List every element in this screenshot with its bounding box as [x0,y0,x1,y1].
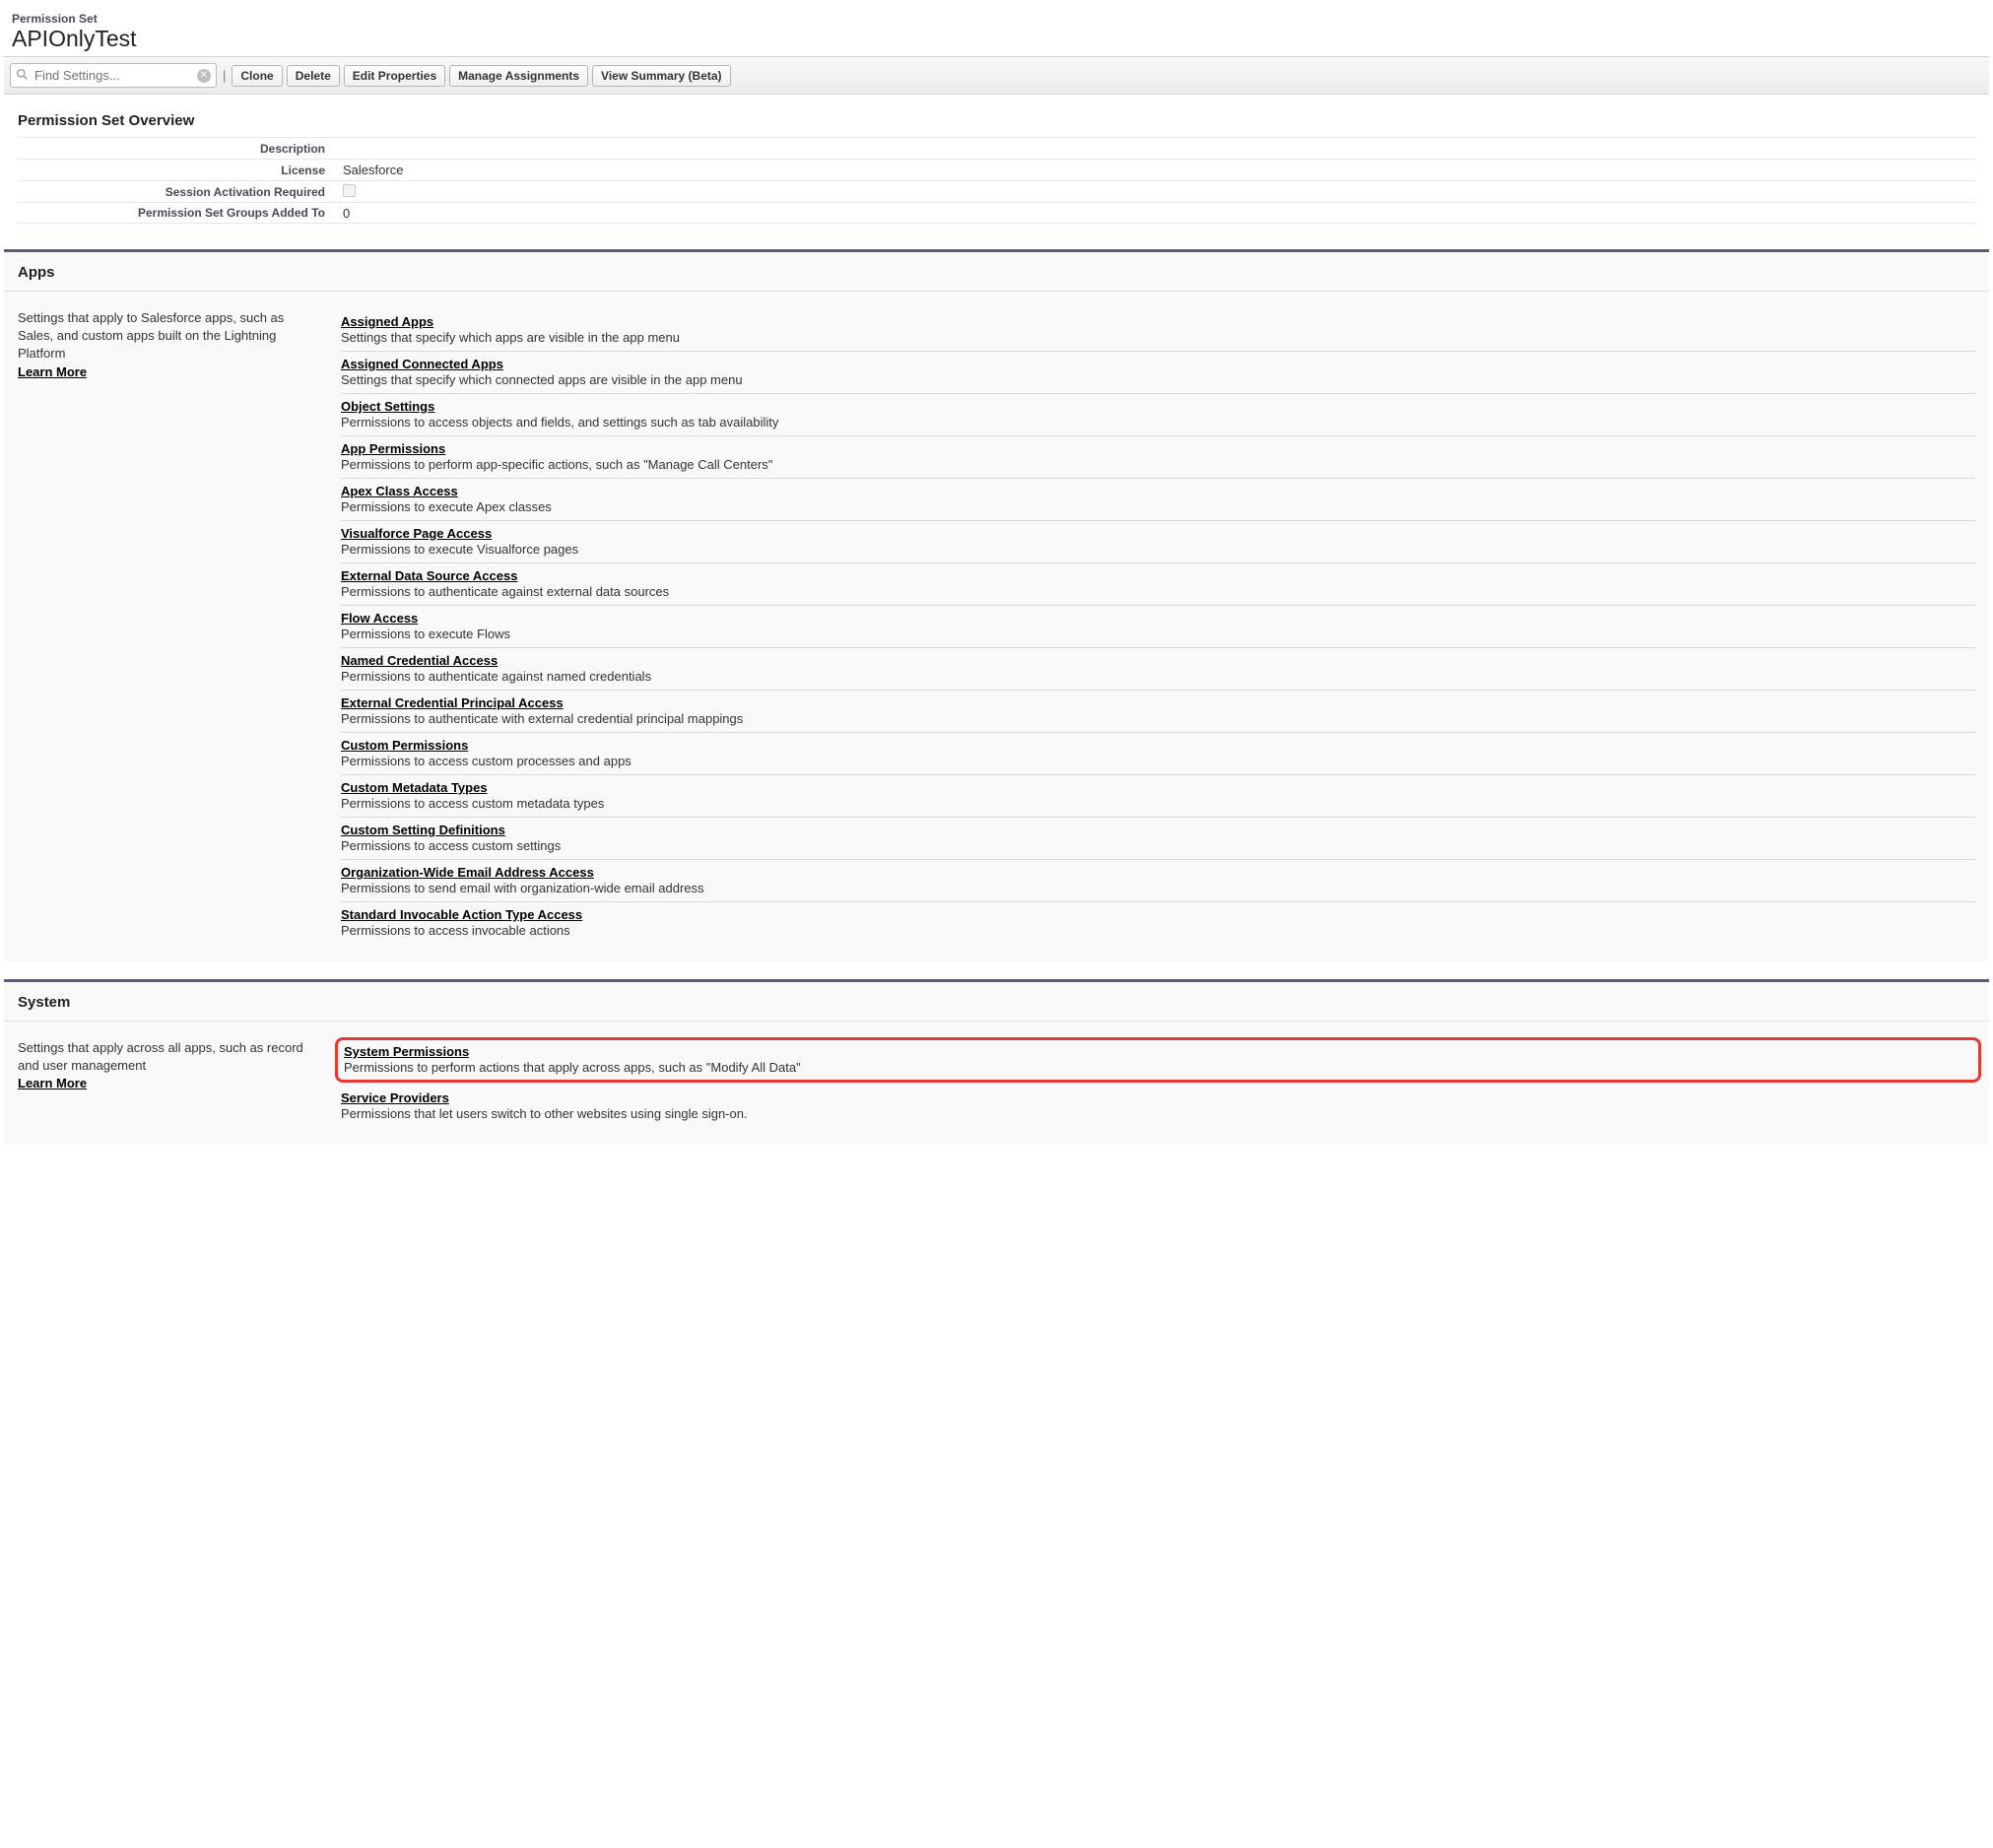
link-description: Permissions to send email with organizat… [341,881,1975,895]
link-description: Permissions to access custom metadata ty… [341,796,1975,811]
link-description: Permissions to access custom settings [341,838,1975,853]
learn-more-link[interactable]: Learn More [18,364,87,379]
link-title[interactable]: Object Settings [341,399,1975,414]
link-title[interactable]: Assigned Connected Apps [341,357,1975,371]
link-title[interactable]: Assigned Apps [341,314,1975,329]
link-description: Permissions to authenticate with externa… [341,711,1975,726]
record-title: APIOnlyTest [12,26,1981,56]
learn-more-link[interactable]: Learn More [18,1076,87,1090]
link-title[interactable]: Custom Metadata Types [341,780,1975,795]
link-item: Named Credential AccessPermissions to au… [341,648,1975,691]
checkbox-unchecked-icon [343,184,356,197]
overview-heading: Permission Set Overview [18,112,1975,129]
manage-assignments-button[interactable]: Manage Assignments [449,65,588,87]
link-item: App PermissionsPermissions to perform ap… [341,436,1975,479]
apps-body: Settings that apply to Salesforce apps, … [4,292,1989,944]
link-item: Object SettingsPermissions to access obj… [341,394,1975,436]
link-description: Permissions to perform app-specific acti… [341,457,1975,472]
system-body: Settings that apply across all apps, suc… [4,1022,1989,1127]
clear-search-icon[interactable]: ✕ [197,69,211,83]
apps-description-text: Settings that apply to Salesforce apps, … [18,310,284,361]
field-groups-added: Permission Set Groups Added To 0 [18,202,1975,224]
record-type: Permission Set [12,12,1981,26]
field-description: Description [18,137,1975,159]
link-title[interactable]: External Credential Principal Access [341,695,1975,710]
apps-description: Settings that apply to Salesforce apps, … [18,309,321,944]
link-title[interactable]: Custom Permissions [341,738,1975,753]
field-value [343,184,356,200]
search-input[interactable] [10,63,217,88]
link-description: Permissions to execute Visualforce pages [341,542,1975,557]
delete-button[interactable]: Delete [287,65,340,87]
link-item: Assigned Connected AppsSettings that spe… [341,352,1975,394]
link-description: Permissions that let users switch to oth… [341,1106,1975,1121]
link-item: External Credential Principal AccessPerm… [341,691,1975,733]
link-title[interactable]: Named Credential Access [341,653,1975,668]
link-description: Permissions to execute Flows [341,627,1975,641]
field-license: License Salesforce [18,159,1975,180]
link-item: Visualforce Page AccessPermissions to ex… [341,521,1975,563]
link-description: Permissions to authenticate against name… [341,669,1975,684]
system-description: Settings that apply across all apps, suc… [18,1039,321,1127]
link-item: Apex Class AccessPermissions to execute … [341,479,1975,521]
link-title[interactable]: Apex Class Access [341,484,1975,498]
field-label: Description [18,142,343,156]
link-title[interactable]: Flow Access [341,611,1975,626]
field-label: Permission Set Groups Added To [18,206,343,220]
link-description: Permissions to access invocable actions [341,923,1975,938]
system-description-text: Settings that apply across all apps, suc… [18,1040,303,1073]
system-links-list: System PermissionsPermissions to perform… [341,1039,1975,1127]
view-summary-button[interactable]: View Summary (Beta) [592,65,731,87]
link-description: Permissions to access custom processes a… [341,754,1975,768]
link-description: Permissions to perform actions that appl… [344,1060,1972,1075]
link-item: Standard Invocable Action Type AccessPer… [341,902,1975,944]
field-label: Session Activation Required [18,185,343,199]
field-value: 0 [343,206,350,221]
apps-links-list: Assigned AppsSettings that specify which… [341,309,1975,944]
link-item: System PermissionsPermissions to perform… [335,1037,1981,1083]
field-value: Salesforce [343,163,403,177]
system-heading: System [4,982,1989,1022]
link-title[interactable]: External Data Source Access [341,568,1975,583]
field-label: License [18,164,343,177]
link-item: External Data Source AccessPermissions t… [341,563,1975,606]
link-item: Service ProvidersPermissions that let us… [341,1086,1975,1127]
apps-panel: Apps Settings that apply to Salesforce a… [4,249,1989,961]
link-item: Custom Metadata TypesPermissions to acce… [341,775,1975,818]
apps-heading: Apps [4,252,1989,292]
page-header: Permission Set APIOnlyTest [4,8,1989,56]
field-session-activation: Session Activation Required [18,180,1975,202]
clone-button[interactable]: Clone [232,65,282,87]
link-item: Custom PermissionsPermissions to access … [341,733,1975,775]
system-panel: System Settings that apply across all ap… [4,979,1989,1145]
link-item: Custom Setting DefinitionsPermissions to… [341,818,1975,860]
link-description: Permissions to access objects and fields… [341,415,1975,429]
link-item: Flow AccessPermissions to execute Flows [341,606,1975,648]
toolbar: ✕ | Clone Delete Edit Properties Manage … [4,56,1989,95]
toolbar-separator: | [221,68,228,83]
link-title[interactable]: Standard Invocable Action Type Access [341,907,1975,922]
link-title[interactable]: System Permissions [344,1044,1972,1059]
edit-properties-button[interactable]: Edit Properties [344,65,445,87]
overview-section: Permission Set Overview Description Lice… [4,95,1989,231]
link-title[interactable]: Custom Setting Definitions [341,823,1975,837]
link-title[interactable]: Service Providers [341,1090,1975,1105]
link-title[interactable]: Visualforce Page Access [341,526,1975,541]
link-description: Permissions to authenticate against exte… [341,584,1975,599]
link-title[interactable]: App Permissions [341,441,1975,456]
link-item: Organization-Wide Email Address AccessPe… [341,860,1975,902]
link-item: Assigned AppsSettings that specify which… [341,309,1975,352]
link-title[interactable]: Organization-Wide Email Address Access [341,865,1975,880]
link-description: Settings that specify which apps are vis… [341,330,1975,345]
search-icon [16,68,29,84]
search-wrapper: ✕ [10,63,217,88]
link-description: Settings that specify which connected ap… [341,372,1975,387]
link-description: Permissions to execute Apex classes [341,499,1975,514]
